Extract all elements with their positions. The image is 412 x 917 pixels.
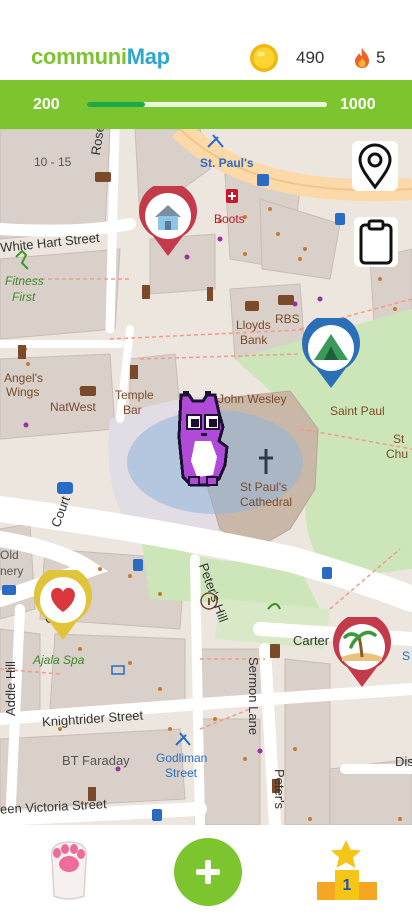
map-label: RBS bbox=[275, 312, 300, 326]
map-label: St. Paul's bbox=[200, 156, 254, 170]
map-label: NatWest bbox=[50, 400, 96, 414]
coin-icon bbox=[250, 44, 278, 72]
paw-icon[interactable] bbox=[44, 838, 94, 902]
logo-part-2: Map bbox=[126, 44, 170, 69]
progress-fill bbox=[87, 102, 145, 107]
coin-count: 490 bbox=[296, 48, 325, 67]
map-view[interactable]: St. Paul's 10 - 15 Boots White Hart Stre… bbox=[0, 129, 412, 825]
progress-min-label: 200 bbox=[33, 96, 60, 113]
clipboard-icon bbox=[359, 219, 393, 265]
progress-max-label: 1000 bbox=[340, 96, 376, 113]
map-label: First bbox=[12, 290, 36, 304]
map-label: Carter bbox=[293, 633, 330, 648]
map-label: 10 - 15 bbox=[34, 155, 72, 169]
map-label: Wings bbox=[6, 385, 40, 399]
svg-text:1: 1 bbox=[343, 877, 352, 894]
map-label: Old bbox=[0, 548, 19, 562]
map-label: Lloyds bbox=[236, 318, 271, 332]
map-label: Chu bbox=[386, 447, 409, 461]
map-label: Saint Paul bbox=[330, 404, 385, 418]
map-label: St Paul's bbox=[240, 480, 287, 494]
map-label: Sermon Lane bbox=[246, 657, 261, 736]
map-label: Boots bbox=[214, 212, 245, 226]
app-header: communiMap 490 5 bbox=[0, 0, 412, 80]
map-label: St bbox=[393, 432, 405, 446]
podium-icon[interactable]: 1 bbox=[315, 838, 379, 902]
logo-part-1: communi bbox=[31, 44, 127, 69]
map-label: Godliman bbox=[156, 751, 208, 765]
map-label: Bank bbox=[240, 333, 268, 347]
tasks-button[interactable] bbox=[354, 217, 398, 267]
map-label: Peter's bbox=[272, 769, 287, 810]
map-label: Fitness bbox=[5, 274, 44, 288]
camping-pin-icon[interactable] bbox=[300, 318, 362, 390]
heart-pin-icon[interactable] bbox=[32, 570, 94, 642]
map-label: Temple bbox=[115, 388, 154, 402]
map-label: Street bbox=[165, 766, 198, 780]
map-label: Ajala Spa bbox=[33, 653, 85, 667]
fire-icon bbox=[355, 48, 369, 68]
map-pin-outline-icon bbox=[358, 143, 392, 190]
map-label: Cathedral bbox=[240, 495, 293, 509]
map-label: Dis bbox=[395, 754, 412, 769]
locate-me-button[interactable] bbox=[352, 141, 398, 191]
map-label: S bbox=[402, 649, 411, 663]
streak-count: 5 bbox=[376, 48, 386, 67]
map-label: Addle Hill bbox=[3, 661, 18, 716]
add-button[interactable] bbox=[174, 838, 242, 906]
home-pin-icon[interactable] bbox=[137, 186, 199, 258]
map-label: nery bbox=[0, 564, 24, 578]
map-label: BT Faraday bbox=[62, 753, 130, 768]
app-logo: communiMap bbox=[31, 44, 170, 70]
map-label: Angel's bbox=[4, 371, 43, 385]
beach-pin-icon[interactable] bbox=[331, 617, 393, 689]
pet-avatar[interactable] bbox=[175, 387, 239, 487]
progress-track bbox=[87, 102, 327, 107]
map-label: Bar bbox=[123, 403, 142, 417]
